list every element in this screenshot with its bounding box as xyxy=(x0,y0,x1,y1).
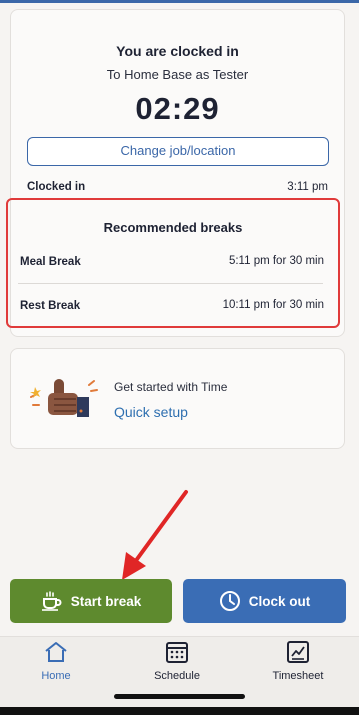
coffee-cup-icon xyxy=(41,591,62,611)
breaks-divider xyxy=(18,283,323,284)
quick-setup-label: Get started with Time xyxy=(114,380,228,394)
rest-break-label: Rest Break xyxy=(20,300,81,312)
clocked-in-label: Clocked in xyxy=(27,181,86,193)
nav-home-label: Home xyxy=(41,670,71,682)
rest-break-time: 10:11 pm for 30 min xyxy=(222,299,324,311)
recommended-breaks-title: Recommended breaks xyxy=(103,220,243,235)
clock-icon xyxy=(219,591,240,611)
clocked-in-time: 3:11 pm xyxy=(287,181,328,193)
meal-break-label: Meal Break xyxy=(20,256,81,268)
clock-out-label: Clock out xyxy=(248,593,311,609)
system-bar xyxy=(0,707,359,715)
job-location-text: To Home Base as Tester xyxy=(106,67,249,82)
change-job-location-button[interactable]: Change job/location xyxy=(27,137,329,166)
nav-timesheet[interactable]: Timesheet xyxy=(253,640,343,682)
top-accent-line xyxy=(0,0,359,3)
meal-break-time: 5:11 pm for 30 min xyxy=(228,255,324,267)
thumbs-up-icon xyxy=(30,379,98,417)
bottom-navigation: Home Schedule Timesheet xyxy=(0,636,359,715)
timesheet-icon xyxy=(287,641,309,663)
calendar-icon xyxy=(166,642,188,663)
clock-status-title: You are clocked in xyxy=(116,43,239,59)
elapsed-timer: 02:29 xyxy=(135,91,220,126)
start-break-label: Start break xyxy=(70,593,142,609)
quick-setup-link[interactable]: Quick setup xyxy=(114,404,188,420)
home-indicator[interactable] xyxy=(114,694,245,699)
nav-timesheet-label: Timesheet xyxy=(272,670,324,682)
quick-setup-card[interactable]: Get started with Time Quick setup xyxy=(10,348,345,449)
recommended-breaks-section: Recommended breaks Meal Break 5:11 pm fo… xyxy=(6,198,340,328)
nav-home[interactable]: Home xyxy=(11,640,101,682)
nav-schedule-label: Schedule xyxy=(154,670,200,682)
annotation-arrow xyxy=(122,490,188,580)
home-icon xyxy=(45,642,67,662)
start-break-button[interactable]: Start break xyxy=(10,579,172,623)
nav-schedule[interactable]: Schedule xyxy=(132,640,222,682)
clock-out-button[interactable]: Clock out xyxy=(183,579,346,623)
